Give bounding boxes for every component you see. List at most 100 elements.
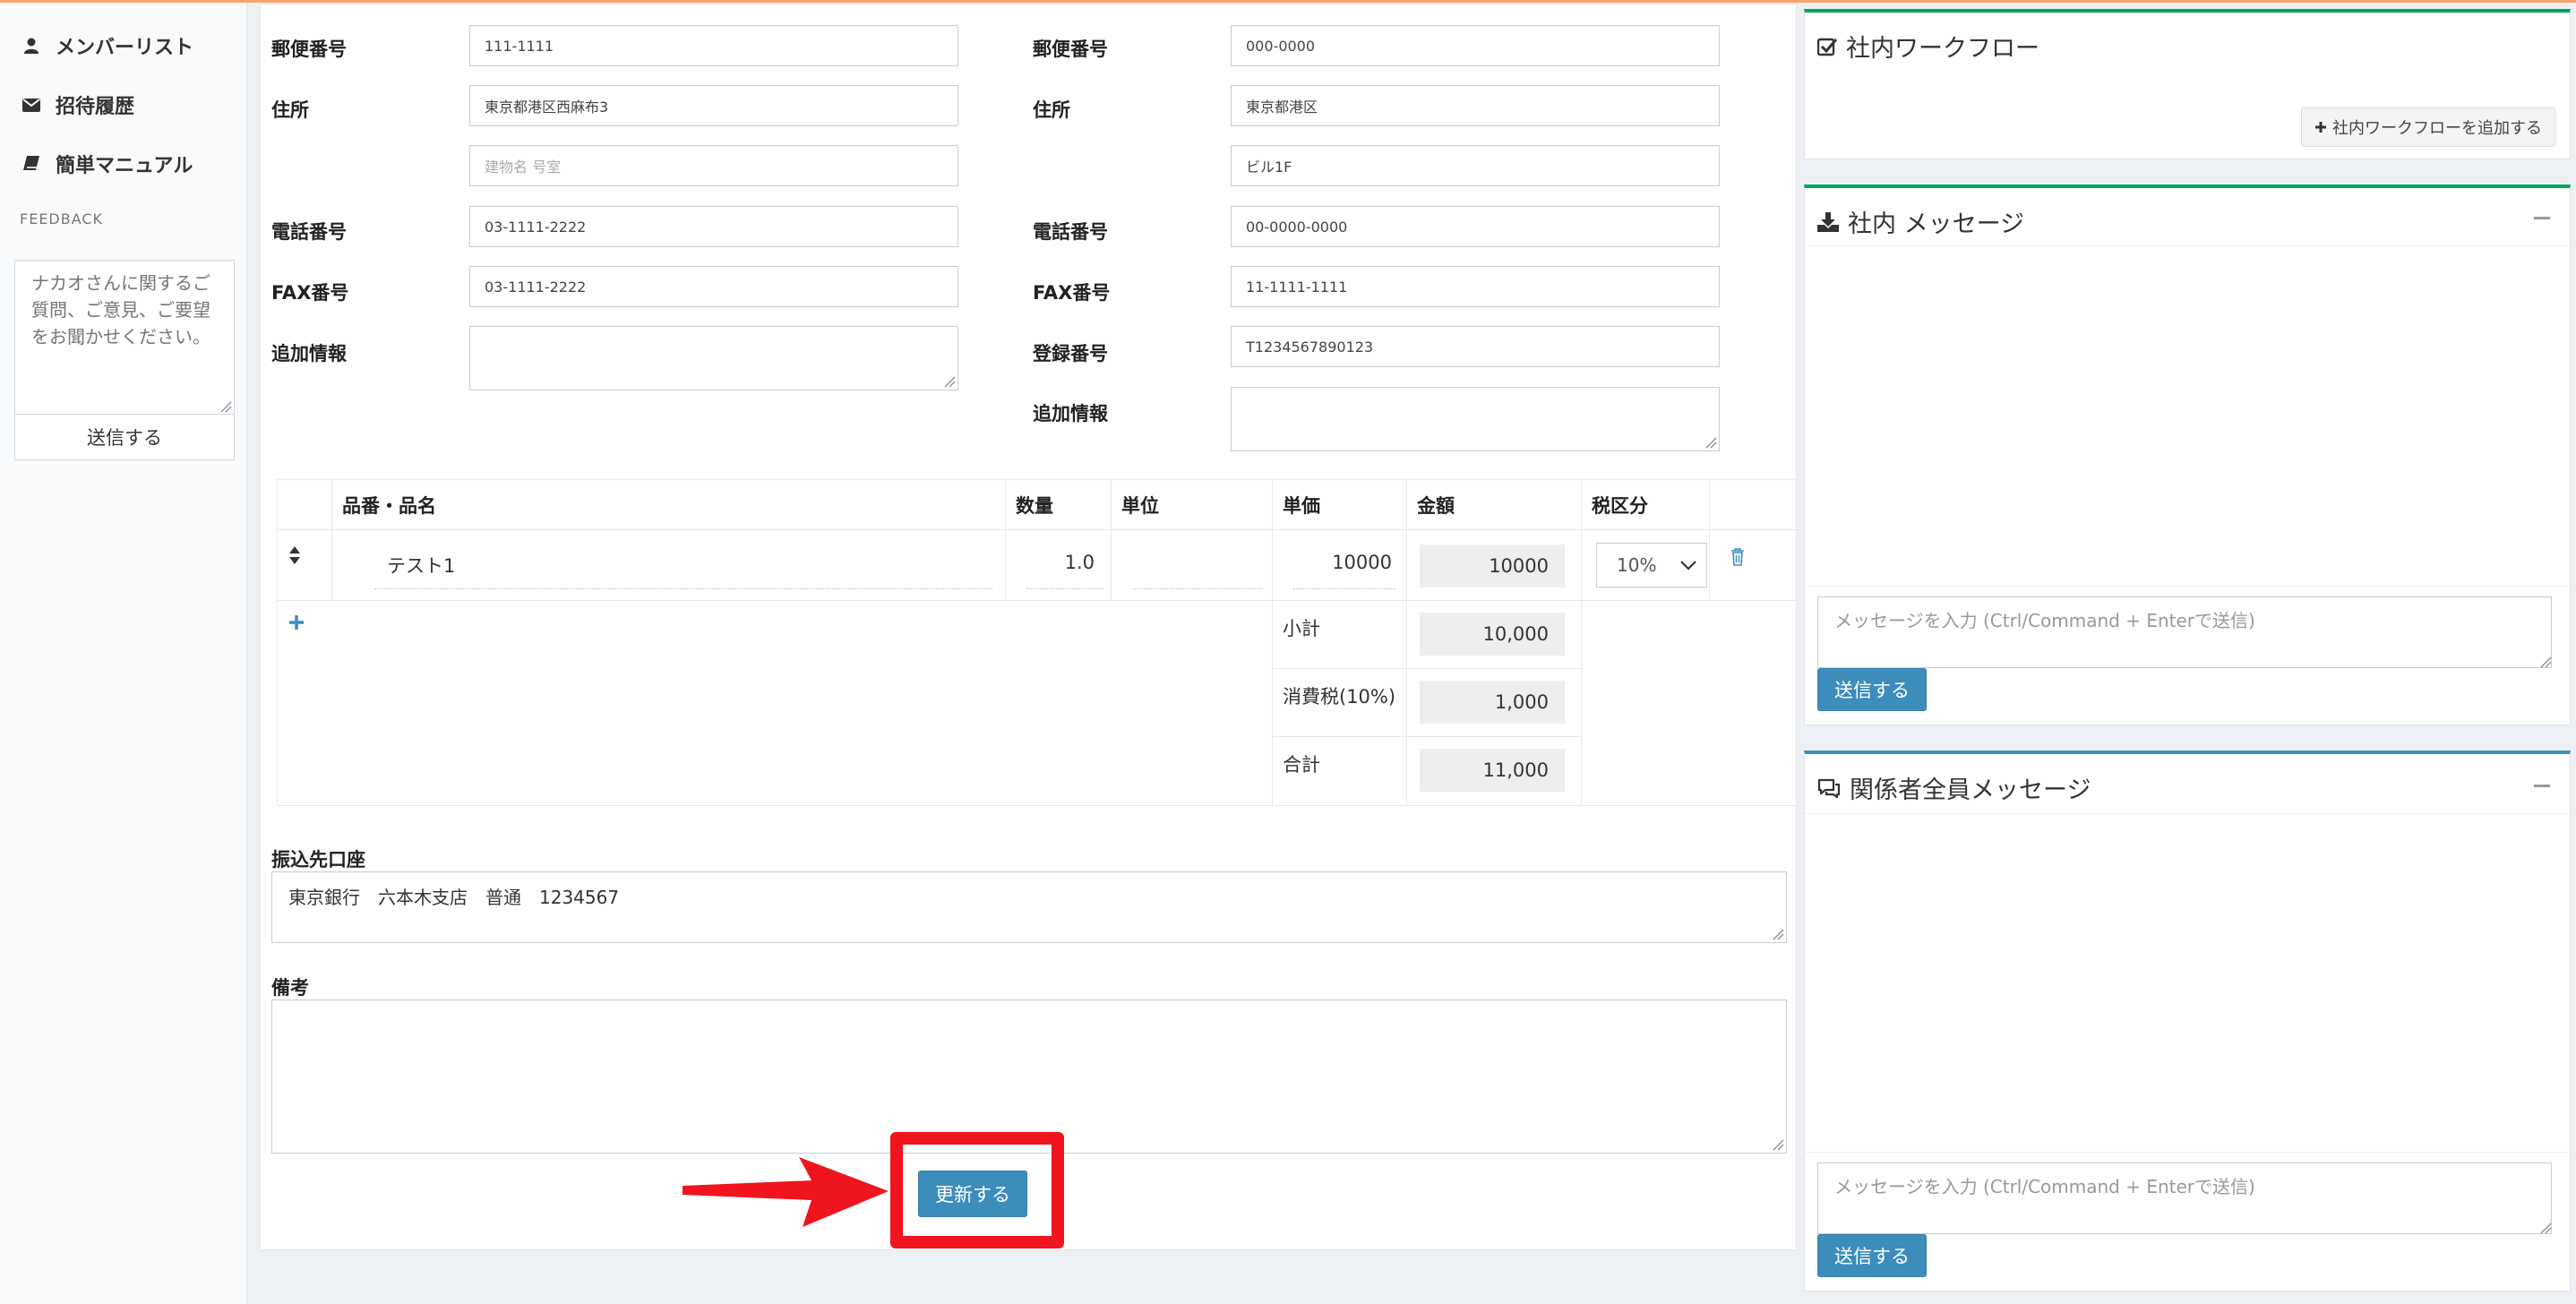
extra-info-left[interactable] bbox=[469, 326, 958, 390]
internal-messages-title: 社内 メッセージ bbox=[1817, 204, 2024, 239]
trash-icon[interactable] bbox=[1730, 548, 1745, 566]
workflow-title: 社内ワークフロー bbox=[1817, 29, 2039, 64]
registration-number-field[interactable]: T1234567890123 bbox=[1231, 326, 1720, 367]
box-divider bbox=[1805, 1152, 2570, 1153]
postal-field-right[interactable]: 000-0000 bbox=[1231, 25, 1720, 66]
resize-handle-icon[interactable] bbox=[2539, 1222, 2552, 1234]
address-field-right[interactable]: 東京都港区 bbox=[1231, 85, 1720, 126]
subtotal-value: 10,000 bbox=[1420, 613, 1565, 656]
sidebar-item-label: 招待履歴 bbox=[56, 96, 135, 118]
header-tax-type: 税区分 bbox=[1581, 480, 1709, 530]
label-registration: 登録番号 bbox=[1033, 343, 1108, 365]
resize-handle-icon[interactable] bbox=[1772, 1138, 1784, 1151]
box-divider bbox=[1805, 245, 2570, 246]
header-handle bbox=[278, 480, 331, 530]
internal-messages-box: 社内 メッセージ メッセージを入力 (Ctrl/Command + Enterで… bbox=[1804, 184, 2571, 725]
internal-message-input[interactable]: メッセージを入力 (Ctrl/Command + Enterで送信) bbox=[1817, 596, 2552, 668]
row-divider bbox=[278, 805, 1799, 806]
annotation-highlight-box bbox=[890, 1132, 1064, 1248]
label-postal-right: 郵便番号 bbox=[1033, 39, 1108, 60]
collapse-minus-icon[interactable] bbox=[2534, 785, 2550, 787]
book-icon bbox=[21, 156, 41, 172]
resize-handle-icon[interactable] bbox=[943, 375, 956, 388]
item-unit-underline bbox=[1133, 588, 1263, 589]
notes-field[interactable] bbox=[271, 999, 1787, 1154]
resize-handle-icon[interactable] bbox=[1704, 436, 1717, 449]
column-divider bbox=[331, 480, 332, 600]
workflow-box: 社内ワークフロー 社内ワークフローを追加する bbox=[1804, 9, 2571, 159]
building-field-right[interactable]: ビル1F bbox=[1231, 145, 1720, 186]
tax-value: 1,000 bbox=[1420, 681, 1565, 724]
header-quantity: 数量 bbox=[1005, 480, 1111, 530]
check-square-icon bbox=[1817, 37, 1837, 56]
internal-messages-title-text: 社内 メッセージ bbox=[1848, 210, 2025, 238]
download-icon bbox=[1817, 211, 1839, 232]
header-actions bbox=[1709, 480, 1799, 530]
total-value: 11,000 bbox=[1420, 749, 1565, 792]
item-name-field[interactable]: テスト1 bbox=[387, 552, 455, 579]
postal-field-left[interactable]: 111-1111 bbox=[469, 25, 958, 66]
comments-icon bbox=[1817, 778, 1841, 798]
address-field-left[interactable]: 東京都港区西麻布3 bbox=[469, 85, 958, 126]
item-amount: 10000 bbox=[1420, 545, 1565, 588]
tax-label: 消費税(10%) bbox=[1283, 686, 1396, 708]
phone-field-left[interactable]: 03-1111-2222 bbox=[469, 206, 958, 247]
item-quantity-underline bbox=[1026, 588, 1103, 589]
tax-type-select[interactable]: 10% bbox=[1596, 543, 1707, 588]
all-messages-title-text: 関係者全員メッセージ bbox=[1850, 776, 2091, 804]
top-accent-line bbox=[0, 0, 2576, 3]
item-quantity-field[interactable]: 1.0 bbox=[1014, 552, 1095, 573]
chevron-down-icon bbox=[1680, 561, 1696, 570]
label-phone-left: 電話番号 bbox=[271, 221, 347, 243]
row-divider bbox=[1272, 736, 1581, 737]
row-divider bbox=[278, 600, 1799, 601]
row-divider bbox=[1272, 668, 1581, 669]
item-unit-price-field[interactable]: 10000 bbox=[1281, 552, 1392, 573]
sidebar-item-invite-history[interactable]: 招待履歴 bbox=[21, 87, 134, 123]
all-messages-box: 関係者全員メッセージ メッセージを入力 (Ctrl/Command + Ente… bbox=[1804, 751, 2571, 1291]
building-field-left[interactable]: 建物名 号室 bbox=[469, 145, 958, 186]
feedback-send-button[interactable]: 送信する bbox=[15, 415, 234, 459]
label-address-left: 住所 bbox=[271, 99, 309, 121]
sort-handle-icon[interactable] bbox=[289, 546, 300, 564]
envelope-icon bbox=[21, 98, 41, 112]
sidebar-item-member-list[interactable]: メンバーリスト bbox=[21, 28, 193, 64]
label-extra-right: 追加情報 bbox=[1033, 403, 1108, 425]
box-divider bbox=[1805, 586, 2570, 587]
collapse-minus-icon[interactable] bbox=[2534, 217, 2550, 219]
annotation-arrow-icon bbox=[683, 1157, 889, 1227]
items-table: 品番・品名 数量 単位 単価 金額 税区分 テスト1 1.0 10000 100… bbox=[277, 479, 1799, 806]
resize-handle-icon[interactable] bbox=[219, 400, 232, 413]
resize-handle-icon[interactable] bbox=[1772, 928, 1784, 940]
label-fax-left: FAX番号 bbox=[271, 282, 349, 304]
label-address-right: 住所 bbox=[1033, 99, 1070, 121]
item-price-underline bbox=[1293, 588, 1395, 589]
column-divider bbox=[1581, 480, 1582, 806]
internal-message-send-button[interactable]: 送信する bbox=[1817, 668, 1927, 711]
header-item-name: 品番・品名 bbox=[331, 480, 1005, 530]
feedback-box: 送信する bbox=[14, 260, 235, 460]
column-divider bbox=[1272, 480, 1273, 806]
subtotal-label: 小計 bbox=[1283, 618, 1320, 639]
column-divider bbox=[1005, 480, 1006, 600]
sidebar-item-label: メンバーリスト bbox=[56, 37, 194, 59]
feedback-label: FEEDBACK bbox=[20, 210, 104, 227]
feedback-input[interactable] bbox=[15, 261, 234, 415]
bank-account-value: 東京銀行 六本木支店 普通 1234567 bbox=[288, 887, 620, 908]
phone-field-right[interactable]: 00-0000-0000 bbox=[1231, 206, 1720, 247]
plus-icon bbox=[2315, 122, 2326, 133]
fax-field-right[interactable]: 11-1111-1111 bbox=[1231, 266, 1720, 307]
sidebar-item-manual[interactable]: 簡単マニュアル bbox=[21, 146, 193, 182]
item-name-underline bbox=[374, 588, 992, 589]
extra-info-right[interactable] bbox=[1231, 387, 1720, 451]
notes-label: 備考 bbox=[271, 977, 309, 999]
bank-account-field[interactable]: 東京銀行 六本木支店 普通 1234567 bbox=[271, 871, 1787, 943]
all-message-input[interactable]: メッセージを入力 (Ctrl/Command + Enterで送信) bbox=[1817, 1162, 2552, 1234]
resize-handle-icon[interactable] bbox=[2539, 656, 2552, 668]
fax-field-left[interactable]: 03-1111-2222 bbox=[469, 266, 958, 307]
add-workflow-button[interactable]: 社内ワークフローを追加する bbox=[2301, 107, 2555, 147]
add-row-icon[interactable] bbox=[288, 614, 305, 631]
all-message-send-button[interactable]: 送信する bbox=[1817, 1234, 1927, 1277]
workflow-title-text: 社内ワークフロー bbox=[1846, 35, 2039, 63]
bank-account-label: 振込先口座 bbox=[271, 849, 365, 871]
